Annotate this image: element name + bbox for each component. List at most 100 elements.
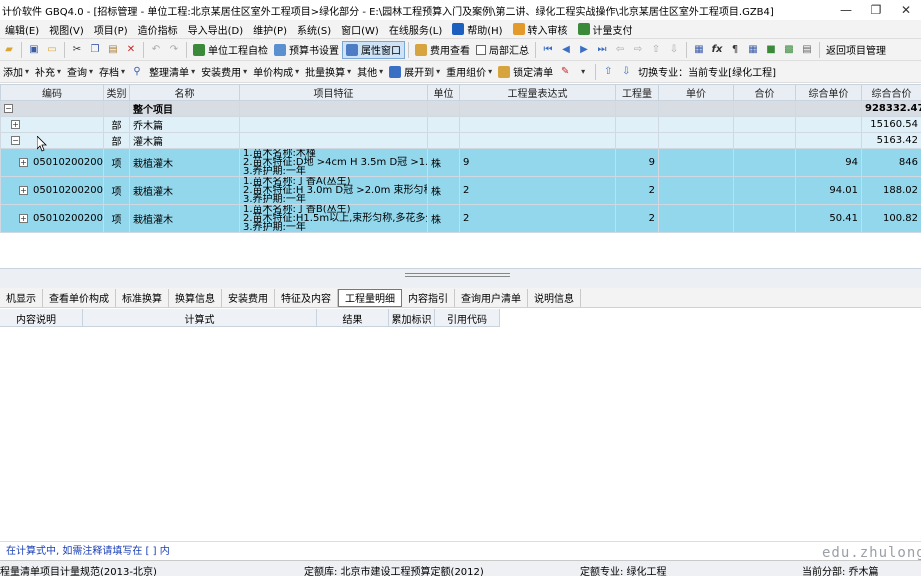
redo-icon[interactable]: ↷ <box>167 43 181 57</box>
unit-price-compose-button[interactable]: 单价构成 <box>250 63 302 81</box>
binoculars-icon[interactable]: ⚲ <box>130 65 144 79</box>
add-button[interactable]: 添加 <box>0 63 32 81</box>
part-cell[interactable] <box>239 132 428 149</box>
item-price-cell[interactable] <box>658 148 734 177</box>
arrow-up-icon[interactable]: ⇧ <box>649 43 663 57</box>
part-cell[interactable] <box>459 116 616 133</box>
part-type-cell[interactable]: 部 <box>103 132 130 149</box>
item-qty-cell[interactable]: 9 <box>615 148 659 177</box>
total-cell[interactable] <box>239 100 428 117</box>
item-total-cell[interactable]: 188.02 <box>861 176 921 205</box>
total-cell[interactable] <box>427 100 460 117</box>
tab-6[interactable]: 工程量明细 <box>338 288 402 307</box>
grid-header-0[interactable]: 编码 <box>0 84 104 101</box>
grid-header-4[interactable]: 单位 <box>427 84 460 101</box>
item-unit-total-cell[interactable]: 94 <box>795 148 862 177</box>
fee-view-button[interactable]: 费用查看 <box>412 41 473 59</box>
part-cell[interactable] <box>658 132 734 149</box>
regroup-price-button[interactable]: 重用组价 <box>443 63 495 81</box>
minimize-button[interactable]: — <box>831 0 861 20</box>
item-name-cell[interactable]: 栽植灌木 <box>129 176 240 205</box>
paragraph-icon[interactable]: ¶ <box>728 43 742 57</box>
grid-header-2[interactable]: 名称 <box>129 84 240 101</box>
menu-item-9[interactable]: 帮助(H) <box>447 22 507 37</box>
item-name-cell[interactable]: 栽植灌木 <box>129 148 240 177</box>
part-cell[interactable] <box>427 116 460 133</box>
query-button[interactable]: 查询 <box>64 63 96 81</box>
item-code-cell[interactable]: +050102002002 <box>0 176 104 205</box>
item-unit-cell[interactable]: 株 <box>427 204 460 233</box>
budget-setting-button[interactable]: 预算书设置 <box>271 41 342 59</box>
color-dropdown-icon[interactable]: ▾ <box>576 65 590 79</box>
paint-icon[interactable]: ✎ <box>558 65 572 79</box>
part-name-cell[interactable]: 乔木篇 <box>129 116 240 133</box>
item-unit-cell[interactable]: 株 <box>427 176 460 205</box>
batch-convert-button[interactable]: 批量换算 <box>302 63 354 81</box>
item-feature-cell[interactable]: 1.苗木名称:木槿 2.苗木特征:D地 >4cm H 3.5m D冠 >1.5m 3… <box>239 148 428 177</box>
color-icon[interactable]: ■ <box>764 43 778 57</box>
grid-header-5[interactable]: 工程量表达式 <box>459 84 616 101</box>
arrow-left-icon[interactable]: ⇦ <box>613 43 627 57</box>
expand-icon[interactable]: + <box>19 213 28 223</box>
folder-icon[interactable]: ▭ <box>45 43 59 57</box>
grid-header-8[interactable]: 合价 <box>733 84 796 101</box>
collapse-icon[interactable]: − <box>11 135 20 145</box>
switch-major-button[interactable]: 切换专业：当前专业[绿化工程] <box>635 63 779 81</box>
open-folder-icon[interactable]: ▰ <box>2 43 16 57</box>
tab-3[interactable]: 换算信息 <box>169 288 222 307</box>
layers-icon[interactable]: ▩ <box>782 43 796 57</box>
install-fee-button[interactable]: 安装费用 <box>198 63 250 81</box>
grid-header-10[interactable]: 综合合价 <box>861 84 921 101</box>
part-type-cell[interactable]: 部 <box>103 116 130 133</box>
collapse-icon[interactable]: − <box>4 103 13 113</box>
arrow-right-icon[interactable]: ⇨ <box>631 43 645 57</box>
menu-item-6[interactable]: 系统(S) <box>292 22 336 37</box>
lock-list-button[interactable]: 锁定清单 <box>495 63 556 81</box>
total-row[interactable]: − 整个项目 928332.47 <box>0 100 921 117</box>
expand-icon[interactable]: + <box>11 119 20 129</box>
item-price-cell[interactable] <box>658 204 734 233</box>
local-summary-checkbox[interactable]: 局部汇总 <box>473 41 532 59</box>
item-row[interactable]: +050102002002 项栽植灌木 1.苗木名称:丁香A(丛生) 2.苗木特征:H… <box>0 176 921 205</box>
item-unit-cell[interactable]: 株 <box>427 148 460 177</box>
menu-item-3[interactable]: 造价指标 <box>133 22 183 37</box>
expand-icon[interactable]: + <box>19 185 28 195</box>
storage-button[interactable]: 存档 <box>96 63 128 81</box>
save-icon[interactable]: ▣ <box>27 43 41 57</box>
tab-7[interactable]: 内容指引 <box>402 288 455 307</box>
part-total-cell[interactable]: 5163.42 <box>861 132 921 149</box>
menu-item-10[interactable]: 转入审核 <box>508 22 573 37</box>
total-name-cell[interactable]: 整个项目 <box>129 100 240 117</box>
pane-splitter[interactable] <box>0 268 921 288</box>
grid-header-7[interactable]: 单价 <box>658 84 734 101</box>
item-row[interactable]: +050102002001 项栽植灌木 1.苗木名称:木槿 2.苗木特征:D地 >4c… <box>0 148 921 177</box>
organize-list-button[interactable]: 整理清单 <box>146 63 198 81</box>
part-cell[interactable] <box>795 132 862 149</box>
part-cell[interactable] <box>427 132 460 149</box>
total-code-cell[interactable]: − <box>0 100 104 117</box>
menu-item-4[interactable]: 导入导出(D) <box>183 22 249 37</box>
part-name-cell[interactable]: 灌木篇 <box>129 132 240 149</box>
tab-8[interactable]: 查询用户清单 <box>455 288 528 307</box>
item-price-cell[interactable] <box>658 176 734 205</box>
tab-4[interactable]: 安装费用 <box>222 288 275 307</box>
part-cell[interactable] <box>658 116 734 133</box>
part-cell[interactable] <box>239 116 428 133</box>
quantity-detail-body[interactable] <box>0 327 921 539</box>
item-total-cell[interactable]: 100.82 <box>861 204 921 233</box>
supplement-button[interactable]: 补充 <box>32 63 64 81</box>
paste-icon[interactable]: ▤ <box>106 43 120 57</box>
tab-5[interactable]: 特征及内容 <box>275 288 338 307</box>
total-cell[interactable] <box>658 100 734 117</box>
move-up-icon[interactable]: ⇧ <box>601 65 615 79</box>
property-window-button[interactable]: 属性窗口 <box>342 40 405 59</box>
first-icon[interactable]: ⏮ <box>541 43 555 57</box>
total-cell[interactable] <box>733 100 796 117</box>
part-cell[interactable] <box>733 132 796 149</box>
tab-2[interactable]: 标准换算 <box>116 288 169 307</box>
grid-header-6[interactable]: 工程量 <box>615 84 659 101</box>
grid-header-3[interactable]: 项目特征 <box>239 84 428 101</box>
menu-item-2[interactable]: 项目(P) <box>89 22 133 37</box>
restore-button[interactable]: ❐ <box>861 0 891 20</box>
item-type-cell[interactable]: 项 <box>103 176 130 205</box>
